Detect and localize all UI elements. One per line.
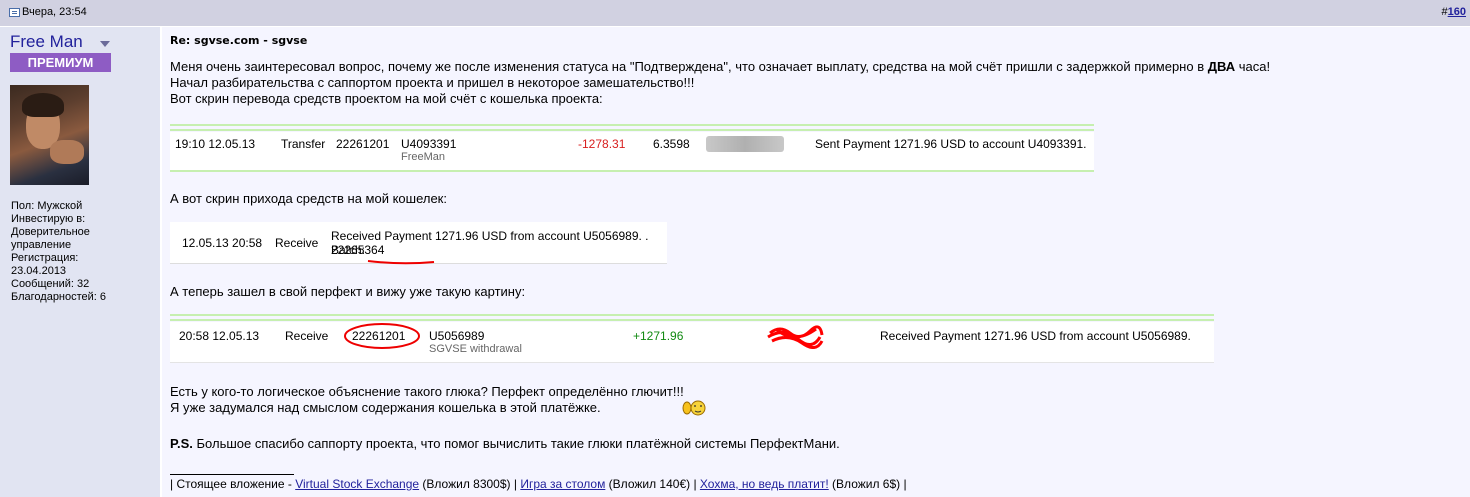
signature-text: | Стоящее вложение - xyxy=(170,477,296,491)
cell-memo: Sent Payment 1271.96 USD to account U409… xyxy=(815,137,1087,151)
batch-value: 22265364 xyxy=(331,243,385,257)
signature-text: (Вложил 8300$) | xyxy=(419,477,521,491)
post-text: часа! xyxy=(1235,59,1271,74)
user-info-line: Регистрация: xyxy=(11,252,79,264)
cell-amount: -1278.31 xyxy=(578,137,626,151)
user-info-line: Пол: Мужской xyxy=(11,200,83,212)
cell-time: 19:10 12.05.13 xyxy=(175,137,256,151)
user-info-line: 23.04.2013 xyxy=(11,265,67,277)
signature-text: (Вложил 140€) | xyxy=(605,477,700,491)
smiley-icon xyxy=(682,400,706,416)
green-rule xyxy=(170,129,1094,131)
post-line: Я уже задумался над смыслом содержания к… xyxy=(170,400,706,416)
signature-link[interactable]: Virtual Stock Exchange xyxy=(295,477,419,491)
avatar xyxy=(10,85,89,185)
signature-link[interactable]: Игра за столом xyxy=(520,477,605,491)
post-line: А теперь зашел в свой перфект и вижу уже… xyxy=(170,284,526,299)
post-header: Вчера, 23:54 #160 xyxy=(0,0,1470,27)
post-text: Я уже задумался над смыслом содержания к… xyxy=(170,400,601,415)
green-rule xyxy=(170,170,1094,172)
post-text: Меня очень заинтересовал вопрос, почему … xyxy=(170,59,1208,74)
green-rule xyxy=(170,319,1214,321)
cell-account: U5056989 xyxy=(429,329,485,343)
cell-account: U4093391 xyxy=(401,137,457,151)
username-link[interactable]: Free Man xyxy=(10,32,83,52)
cell-account-name: FreeMan xyxy=(401,151,446,163)
post-line: А вот скрин прихода средств на мой кошел… xyxy=(170,191,447,206)
post-line: Начал разбирательства с саппортом проект… xyxy=(170,75,695,90)
post-bold-text: ДВА xyxy=(1207,59,1236,74)
receive-screenshot: 12.05.13 20:58 Receive Received Payment … xyxy=(170,222,667,265)
green-rule xyxy=(170,124,1094,126)
signature: | Стоящее вложение - Virtual Stock Excha… xyxy=(170,477,907,491)
grey-rule xyxy=(170,362,1214,363)
signature-text: (Вложил 6$) | xyxy=(828,477,907,491)
cell-time: 12.05.13 20:58 xyxy=(182,236,263,250)
green-rule xyxy=(170,314,1214,316)
user-menu-caret-icon[interactable] xyxy=(100,41,110,47)
red-underline-mark xyxy=(367,260,435,265)
cell-memo: Received Payment 1271.96 USD from accoun… xyxy=(331,229,649,243)
cell-memo: Received Payment 1271.96 USD from accoun… xyxy=(880,329,1191,343)
post-number: #160 xyxy=(1442,6,1466,18)
user-info-line: Доверительное xyxy=(11,226,90,238)
red-circle-mark xyxy=(344,323,420,349)
user-info: Пол: Мужской Инвестирую в: Доверительное… xyxy=(11,200,106,304)
signature-link[interactable]: Хохма, но ведь платит! xyxy=(700,477,829,491)
cell-fee: 6.3598 xyxy=(653,137,690,151)
user-info-line: управление xyxy=(11,239,72,251)
cell-type: Receive xyxy=(285,329,329,343)
perfect-money-screenshot: 20:58 12.05.13 Receive 22261201 U5056989… xyxy=(170,322,1214,362)
signature-separator xyxy=(170,474,294,475)
user-info-line: Благодарностей: 6 xyxy=(11,291,107,303)
post-icon xyxy=(9,8,20,17)
post-line: Есть у кого-то логическое объяснение так… xyxy=(170,384,684,399)
post-title: Re: sgvse.com - sgvse xyxy=(170,34,308,47)
transfer-screenshot: 19:10 12.05.13 Transfer 22261201 U409339… xyxy=(170,132,1094,170)
avatar-hair xyxy=(22,93,64,117)
cell-batch: 22261201 xyxy=(336,137,390,151)
user-info-line: Сообщений: 32 xyxy=(11,278,90,290)
post-date: Вчера, 23:54 xyxy=(22,6,87,18)
cell-type: Transfer xyxy=(281,137,326,151)
user-sidebar: Free Man ПРЕМИУМ Пол: Мужской Инвестирую… xyxy=(0,27,160,497)
cell-type: Receive xyxy=(275,236,319,250)
rank-badge: ПРЕМИУМ xyxy=(10,53,111,72)
blurred-field xyxy=(706,136,784,152)
cell-time: 20:58 12.05.13 xyxy=(179,329,260,343)
post-line: Меня очень заинтересовал вопрос, почему … xyxy=(170,59,1270,75)
ps-text: Большое спасибо саппорту проекта, что по… xyxy=(192,436,840,451)
cell-amount: +1271.96 xyxy=(633,329,684,343)
avatar-hand xyxy=(50,140,84,164)
post-line: P.S. Большое спасибо саппорту проекта, ч… xyxy=(170,436,840,452)
cell-account-name: SGVSE withdrawal xyxy=(429,343,522,355)
post-line: Вот скрин перевода средств проектом на м… xyxy=(170,91,603,106)
ps-label: P.S. xyxy=(170,436,193,451)
user-info-line: Инвестирую в: xyxy=(11,213,86,225)
red-scribble-mark xyxy=(767,325,824,349)
post-number-link[interactable]: 160 xyxy=(1448,6,1466,18)
